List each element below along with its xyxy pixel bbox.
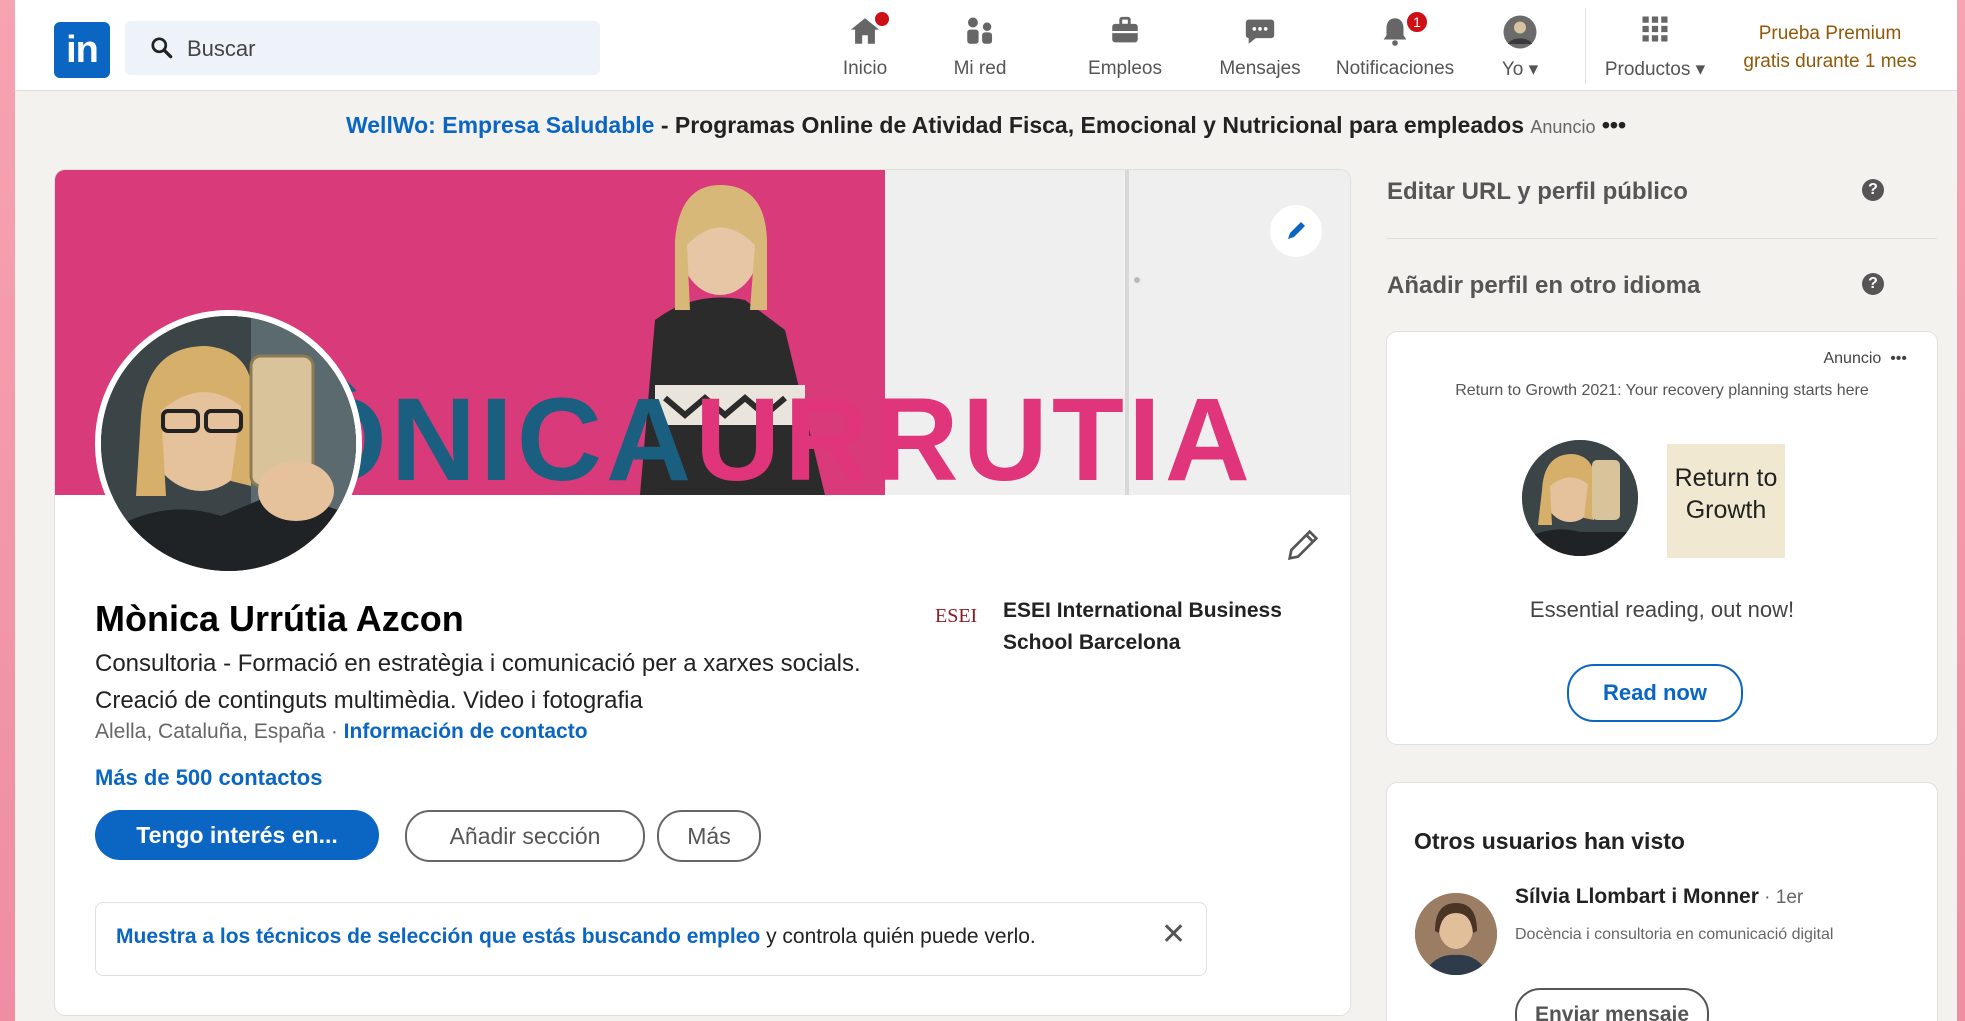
banner-text-pink: URRUTIA xyxy=(695,374,1254,495)
nav-network-label: Mi red xyxy=(953,58,1007,79)
premium-line1: Prueba Premium xyxy=(1758,23,1902,44)
connection-degree: · 1er xyxy=(1758,887,1804,908)
avatar-photo xyxy=(101,316,356,571)
home-badge-dot xyxy=(873,10,891,28)
ad-options-icon[interactable]: ••• xyxy=(1890,350,1907,367)
nav-products-label: Productos ▾ xyxy=(1604,59,1706,80)
search-icon xyxy=(151,37,173,59)
otw-message: Muestra a los técnicos de selección que … xyxy=(116,925,1036,949)
notifications-badge: 1 xyxy=(1405,10,1429,34)
ad-text[interactable]: Programas Online de Atividad Fisca, Emoc… xyxy=(675,112,1524,138)
contacts-link[interactable]: Más de 500 contactos xyxy=(95,765,322,791)
premium-trial-link[interactable]: Prueba Premium gratis durante 1 mes xyxy=(1715,20,1945,76)
read-now-button[interactable]: Read now xyxy=(1567,664,1743,722)
add-language-profile-link[interactable]: Añadir perfil en otro idioma xyxy=(1387,272,1700,300)
person-name-row[interactable]: Sílvia Llombart i Monner · 1er xyxy=(1515,885,1803,909)
contact-info-link[interactable]: Información de contacto xyxy=(344,720,588,743)
nav-network[interactable]: Mi red xyxy=(940,8,1020,84)
help-icon[interactable]: ? xyxy=(1862,273,1884,295)
profile-card: ÒNICA URRUTIA Mònica Urrútia Azcon Consu… xyxy=(55,170,1350,1015)
send-message-button[interactable]: Enviar mensaje xyxy=(1515,988,1709,1021)
premium-line2: gratis durante 1 mes xyxy=(1743,51,1917,72)
nav-jobs[interactable]: Empleos xyxy=(1080,8,1170,84)
more-button[interactable]: Más xyxy=(657,810,761,862)
add-section-button[interactable]: Añadir sección xyxy=(405,810,645,862)
network-icon xyxy=(967,17,993,44)
edit-banner-button[interactable] xyxy=(1270,205,1322,257)
logo-line2: Growth xyxy=(1685,496,1767,524)
sidebar-ad-tag: Anuncio ••• xyxy=(1823,350,1907,367)
return-to-growth-logo[interactable]: Return to Growth xyxy=(1667,444,1785,558)
nav-home[interactable]: Inicio xyxy=(825,8,905,84)
nav-messages[interactable]: Mensajes xyxy=(1210,8,1310,84)
nav-notifications[interactable]: 1 Notificaciones xyxy=(1325,8,1465,84)
help-icon[interactable]: ? xyxy=(1862,179,1884,201)
ad-dash: - xyxy=(654,112,675,138)
sidebar-ad-promo: Return to Growth 2021: Your recovery pla… xyxy=(1455,382,1869,399)
people-also-viewed-title: Otros usuarios han visto xyxy=(1414,828,1685,854)
search-input[interactable]: Buscar xyxy=(125,21,600,75)
nav-me-label: Yo ▾ xyxy=(1501,59,1539,80)
person-name: Sílvia Llombart i Monner xyxy=(1515,885,1759,908)
logo-line1: Return to xyxy=(1674,464,1778,492)
ad-more-icon[interactable]: ••• xyxy=(1602,112,1626,138)
pencil-icon xyxy=(1288,222,1305,239)
otw-link[interactable]: Muestra a los técnicos de selección que … xyxy=(116,925,760,948)
open-to-button[interactable]: Tengo interés en... xyxy=(95,810,379,860)
sidebar-ad-tagline: Essential reading, out now! xyxy=(1529,597,1795,622)
right-divider xyxy=(1387,238,1937,239)
briefcase-icon xyxy=(1112,16,1138,43)
profile-headline: Consultoria - Formació en estratègia i c… xyxy=(95,650,861,714)
nav-messages-label: Mensajes xyxy=(1219,58,1301,79)
ad-member-avatar xyxy=(1522,440,1638,556)
ad-link[interactable]: WellWo: Empresa Saludable xyxy=(346,112,654,138)
open-to-work-banner: Muestra a los técnicos de selección que … xyxy=(95,902,1207,976)
top-navbar: in Buscar Inicio Mi red Empleos Mensajes… xyxy=(15,0,1957,91)
otw-text: y controla quién puede verlo. xyxy=(760,925,1036,948)
edit-public-url-link[interactable]: Editar URL y perfil público xyxy=(1387,178,1688,206)
people-also-viewed-card: Otros usuarios han visto Sílvia Llombart… xyxy=(1387,783,1937,1021)
profile-name: Mònica Urrútia Azcon xyxy=(95,598,464,639)
search-placeholder: Buscar xyxy=(187,36,256,61)
nav-me[interactable]: Yo ▾ xyxy=(1485,8,1555,84)
edit-intro-pencil-icon[interactable] xyxy=(1283,525,1323,565)
person-description: Docència i consultoria en comunicació di… xyxy=(1515,926,1834,943)
person-avatar[interactable] xyxy=(1415,893,1497,975)
nav-home-label: Inicio xyxy=(842,58,888,79)
profile-location: Alella, Cataluña, España xyxy=(95,720,325,743)
chat-icon xyxy=(1245,19,1275,44)
ad-tag: Anuncio xyxy=(1530,117,1596,137)
school-name[interactable]: ESEI International Business School Barce… xyxy=(1003,595,1323,659)
browser-frame: in Buscar Inicio Mi red Empleos Mensajes… xyxy=(15,0,1957,1021)
profile-avatar[interactable] xyxy=(95,310,362,577)
nav-jobs-label: Empleos xyxy=(1088,58,1162,79)
nav-products[interactable]: Productos ▾ xyxy=(1595,8,1715,84)
nav-divider xyxy=(1585,8,1586,84)
sidebar-ad-card: Anuncio ••• Return to Growth 2021: Your … xyxy=(1387,332,1937,744)
avatar-icon xyxy=(1503,15,1537,49)
nav-notifications-label: Notificaciones xyxy=(1335,58,1455,79)
top-ad-banner: WellWo: Empresa Saludable - Programas On… xyxy=(15,112,1957,139)
profile-location-row: Alella, Cataluña, España · Información d… xyxy=(95,720,588,744)
school-logo[interactable]: ESEI xyxy=(935,605,977,628)
close-icon[interactable]: ✕ xyxy=(1161,917,1186,952)
location-separator: · xyxy=(325,720,344,743)
linkedin-logo[interactable]: in xyxy=(54,22,110,78)
grid-icon xyxy=(1642,16,1668,42)
